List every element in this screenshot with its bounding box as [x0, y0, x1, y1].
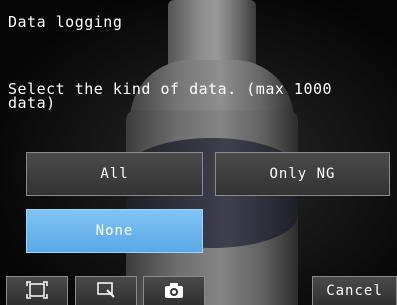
fit-screen-button[interactable]	[6, 276, 68, 305]
zoom-button[interactable]	[75, 276, 137, 305]
only-ng-button[interactable]: Only NG	[215, 152, 390, 196]
instruction-text: Select the kind of data. (max 1000 data)	[8, 80, 333, 112]
cancel-button[interactable]: Cancel	[312, 276, 397, 305]
camera-button[interactable]	[143, 276, 205, 305]
page-title: Data logging	[8, 13, 123, 31]
all-button[interactable]: All	[26, 152, 203, 196]
camera-icon	[163, 281, 185, 299]
none-button[interactable]: None	[26, 209, 203, 253]
fit-screen-icon	[26, 281, 48, 299]
zoom-icon	[95, 281, 117, 299]
data-logging-screen: Data logging Select the kind of data. (m…	[0, 0, 397, 305]
